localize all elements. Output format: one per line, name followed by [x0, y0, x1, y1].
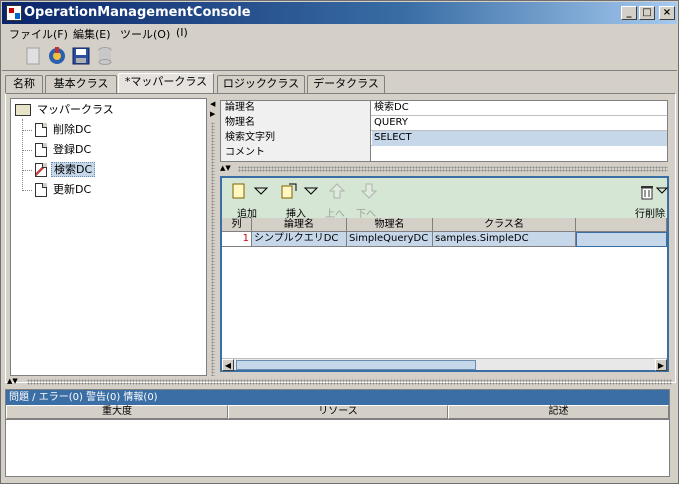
tree-root[interactable]: マッパークラス [15, 101, 116, 119]
tree-item-selected[interactable]: 検索DC [35, 161, 96, 179]
property-value[interactable]: 検索DC [372, 101, 667, 116]
property-row[interactable]: 物理名 QUERY [221, 116, 667, 131]
table-cell[interactable]: SimpleQueryDC [347, 232, 433, 247]
tab-data-class[interactable]: データクラス [307, 75, 385, 93]
property-key: 検索文字列 [221, 131, 371, 146]
row-number: 1 [222, 232, 252, 247]
expand-right-icon[interactable]: ▶ [210, 110, 215, 118]
column-toolbar: 追加 挿入 上へ 下へ 行削除 [222, 178, 669, 220]
folder-icon [15, 104, 31, 116]
property-value[interactable]: SELECT [372, 131, 667, 146]
menu-bar: ファイル(F) 編集(E) ツール(O) (I) [2, 24, 677, 42]
table-cell[interactable]: シンプルクエリDC [252, 232, 347, 247]
database-icon[interactable] [94, 45, 116, 67]
menu-tools[interactable]: ツール(O) [120, 26, 170, 42]
document-icon [35, 183, 47, 197]
menu-help[interactable]: (I) [176, 26, 188, 39]
new-icon[interactable] [22, 45, 44, 67]
add-dropdown-icon[interactable] [252, 182, 270, 200]
document-icon [35, 143, 47, 157]
app-icon [6, 5, 22, 21]
column-editor: 追加 挿入 上へ 下へ 行削除 列 論理名 物理名 クラス名 1 シンプルクエリ… [220, 176, 669, 372]
close-button[interactable]: × [659, 6, 675, 20]
trash-icon[interactable] [638, 182, 656, 200]
connect-icon[interactable] [46, 45, 68, 67]
vertical-splitter[interactable]: ◀ ▶ [209, 98, 217, 376]
property-table: 論理名 検索DC 物理名 QUERY 検索文字列 SELECT コメント [220, 100, 668, 162]
problems-list[interactable] [6, 419, 669, 476]
tree-item[interactable]: 登録DC [35, 141, 93, 159]
move-down-icon[interactable] [360, 182, 378, 200]
column-header[interactable]: 論理名 [252, 218, 347, 232]
tab-content: マッパークラス 削除DC 登録DC 検索DC 更新DC ◀ ▶ 論理名 検索DC [5, 93, 676, 383]
collapse-bottom-icon[interactable]: ▲▼ [7, 377, 18, 385]
resource-column-header[interactable]: リソース [228, 405, 448, 419]
tree-item-label: 検索DC [51, 162, 96, 177]
column-header[interactable] [576, 218, 667, 232]
property-row[interactable]: 検索文字列 SELECT [221, 131, 667, 146]
main-toolbar [2, 43, 677, 71]
scroll-thumb[interactable] [236, 360, 476, 370]
title-bar[interactable]: OperationManagementConsole _ □ × [2, 2, 677, 24]
property-key: コメント [221, 146, 371, 161]
scroll-right-icon[interactable]: ▶ [655, 359, 667, 371]
property-row[interactable]: コメント [221, 146, 667, 161]
tree-item-label: 更新DC [53, 183, 92, 196]
delete-dropdown-icon[interactable] [655, 182, 669, 200]
tree-item-label: 登録DC [53, 143, 92, 156]
add-icon[interactable] [230, 182, 248, 200]
window-title: OperationManagementConsole [24, 5, 251, 20]
minimize-button[interactable]: _ [621, 6, 637, 20]
tab-logic-class[interactable]: ロジッククラス [217, 75, 305, 93]
collapse-left-icon[interactable]: ◀ [210, 100, 215, 108]
tree-root-label: マッパークラス [37, 103, 114, 116]
horizontal-scrollbar[interactable]: ◀ ▶ [222, 358, 667, 371]
save-icon[interactable] [70, 45, 92, 67]
column-header[interactable]: クラス名 [433, 218, 576, 232]
property-value[interactable] [372, 146, 667, 161]
document-icon [35, 123, 47, 137]
problems-panel: 問題 / エラー(0) 警告(0) 情報(0) 重大度 リソース 記述 [5, 389, 670, 477]
property-key: 物理名 [221, 116, 371, 131]
collapse-arrows-icon[interactable]: ▲▼ [220, 164, 231, 172]
main-window: OperationManagementConsole _ □ × ファイル(F)… [0, 0, 679, 484]
column-header[interactable]: 物理名 [347, 218, 433, 232]
move-up-icon[interactable] [328, 182, 346, 200]
property-value[interactable]: QUERY [372, 116, 667, 131]
column-header[interactable]: 列 [222, 218, 252, 232]
problems-title: 問題 / エラー(0) 警告(0) 情報(0) [6, 390, 669, 405]
tab-bar: 名称 基本クラス *マッパークラス ロジッククラス データクラス [5, 73, 676, 93]
tree-item[interactable]: 更新DC [35, 181, 93, 199]
table-cell[interactable]: samples.SimpleDC [433, 232, 576, 247]
tree-item-label: 削除DC [53, 123, 92, 136]
maximize-button[interactable]: □ [639, 6, 655, 20]
table-cell[interactable] [576, 232, 667, 247]
tree-item[interactable]: 削除DC [35, 121, 93, 139]
severity-column-header[interactable]: 重大度 [6, 405, 228, 419]
scroll-left-icon[interactable]: ◀ [222, 359, 234, 371]
tab-name[interactable]: 名称 [5, 75, 43, 93]
description-column-header[interactable]: 記述 [448, 405, 669, 419]
edit-document-icon [35, 163, 47, 177]
column-grid: 列 論理名 物理名 クラス名 1 シンプルクエリDC SimpleQueryDC… [222, 218, 667, 358]
menu-file[interactable]: ファイル(F) [9, 26, 68, 42]
tab-mapper-class[interactable]: *マッパークラス [118, 73, 214, 93]
insert-dropdown-icon[interactable] [302, 182, 320, 200]
menu-edit[interactable]: 編集(E) [73, 26, 111, 42]
property-key: 論理名 [221, 101, 371, 116]
property-row[interactable]: 論理名 検索DC [221, 101, 667, 116]
mapper-tree: マッパークラス 削除DC 登録DC 検索DC 更新DC [10, 98, 207, 376]
tab-base-class[interactable]: 基本クラス [45, 75, 117, 93]
insert-icon[interactable] [280, 182, 298, 200]
